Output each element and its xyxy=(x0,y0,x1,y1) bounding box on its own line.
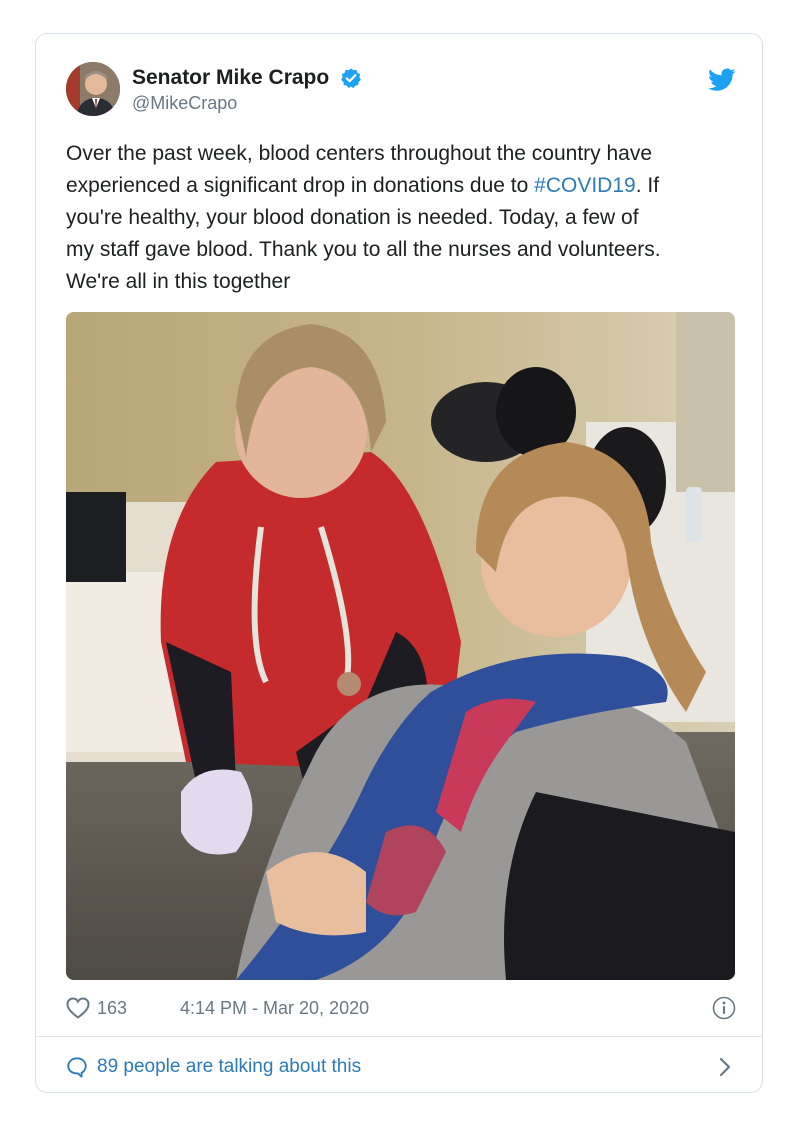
footer-divider xyxy=(36,1036,762,1037)
tweet-text-line: you're healthy, your blood donation is n… xyxy=(66,202,738,234)
speech-bubble-icon xyxy=(67,1057,87,1078)
tweet-text-segment: experienced a significant drop in donati… xyxy=(66,174,535,197)
verified-badge-icon xyxy=(340,68,361,89)
tweet-text-segment: my staff gave blood. Thank you to all th… xyxy=(66,238,661,261)
tweet-text-segment: Over the past week, blood centers throug… xyxy=(66,142,653,165)
tweet-text-line: my staff gave blood. Thank you to all th… xyxy=(66,234,738,266)
tweet-text-segment: you're healthy, your blood donation is n… xyxy=(66,206,639,229)
tweet-text-line: experienced a significant drop in donati… xyxy=(66,170,738,202)
hashtag-link[interactable]: #COVID19 xyxy=(534,174,636,197)
tweet-footer[interactable]: 89 people are talking about this xyxy=(66,1054,736,1080)
twitter-bird-icon[interactable] xyxy=(708,68,736,92)
heart-icon[interactable] xyxy=(66,997,90,1019)
tweet-timestamp[interactable]: 4:14 PM - Mar 20, 2020 xyxy=(180,998,369,1019)
tweet-text-segment: . If xyxy=(635,174,660,197)
tweet-photo[interactable] xyxy=(66,312,735,980)
conversation-link[interactable]: 89 people are talking about this xyxy=(97,1056,361,1078)
tweet-header: Senator Mike Crapo @MikeCrapo xyxy=(66,62,736,122)
author-handle[interactable]: @MikeCrapo xyxy=(132,93,362,114)
like-count[interactable]: 163 xyxy=(97,998,127,1019)
tweet-text-line: We're all in this together xyxy=(66,266,738,298)
tweet-card[interactable]: Senator Mike Crapo @MikeCrapo Over the p… xyxy=(35,33,763,1093)
tweet-text: Over the past week, blood centers throug… xyxy=(66,138,738,298)
tweet-text-line: Over the past week, blood centers throug… xyxy=(66,138,738,170)
author-display-name[interactable]: Senator Mike Crapo xyxy=(132,66,329,90)
info-icon[interactable] xyxy=(712,996,736,1020)
tweet-meta: 163 4:14 PM - Mar 20, 2020 xyxy=(66,996,736,1022)
author-info: Senator Mike Crapo @MikeCrapo xyxy=(132,66,362,114)
chevron-right-icon[interactable] xyxy=(718,1056,732,1078)
tweet-text-segment: We're all in this together xyxy=(66,270,291,293)
author-avatar[interactable] xyxy=(66,62,120,116)
